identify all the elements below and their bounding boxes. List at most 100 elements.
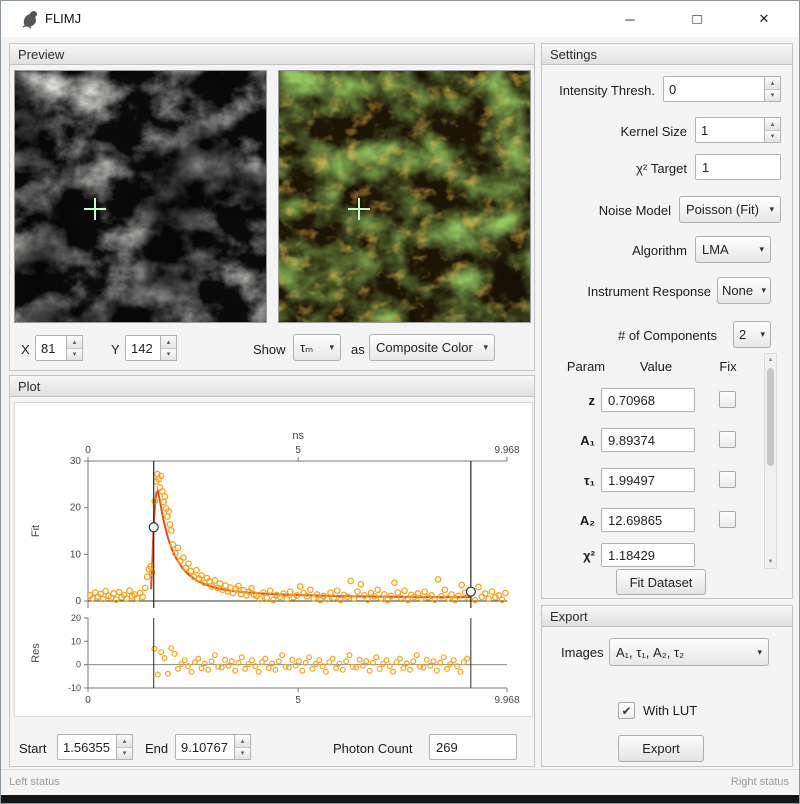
- instrument-response-value: None: [722, 283, 753, 298]
- y-spinner: 142 ▴▾: [125, 335, 177, 361]
- preview-panel-header[interactable]: Preview: [9, 43, 535, 65]
- maximize-button[interactable]: □: [679, 5, 715, 33]
- fix-column-header: Fix: [713, 359, 743, 374]
- noise-model-value: Poisson (Fit): [686, 202, 759, 217]
- chevron-down-icon: ▾: [761, 285, 766, 296]
- param-name: χ²: [553, 548, 595, 563]
- display-mode-combo[interactable]: Composite Color ▾: [369, 334, 495, 361]
- svg-text:ns: ns: [292, 430, 304, 442]
- chisq-target-value: 1: [702, 160, 709, 175]
- intensity-thresh-input[interactable]: 0: [663, 76, 764, 102]
- export-panel-title: Export: [550, 609, 588, 624]
- svg-text:5: 5: [295, 695, 301, 706]
- x-input[interactable]: 81: [35, 335, 66, 361]
- param-table-scrollbar[interactable]: ▲ ▼: [764, 353, 777, 569]
- scrollbar-thumb[interactable]: [767, 368, 774, 466]
- svg-text:9.968: 9.968: [494, 695, 519, 706]
- lifetime-composite-image[interactable]: [278, 70, 531, 323]
- param-name: A₂: [553, 513, 595, 528]
- lifetime-image-texture: [279, 71, 530, 322]
- intensity-decrement-button[interactable]: ▾: [765, 90, 780, 102]
- end-label: End: [145, 741, 168, 756]
- settings-panel-title: Settings: [550, 47, 597, 62]
- param-name: z: [553, 393, 595, 408]
- show-parameter-combo[interactable]: τₘ ▾: [293, 334, 341, 361]
- fix-checkbox[interactable]: [719, 431, 736, 448]
- plot-panel-header[interactable]: Plot: [9, 375, 535, 397]
- param-value-input[interactable]: 0.70968: [601, 388, 695, 412]
- kernel-size-spinner: 1 ▴▾: [695, 117, 781, 143]
- svg-text:0: 0: [75, 596, 81, 607]
- chevron-down-icon: ▾: [757, 647, 762, 658]
- with-lut-checkbox[interactable]: ✔: [618, 702, 635, 719]
- intensity-thresh-spinner: 0 ▴▾: [663, 76, 781, 102]
- noise-model-combo[interactable]: Poisson (Fit) ▾: [679, 196, 781, 223]
- intensity-image-texture: [15, 71, 266, 322]
- right-status: Right status: [731, 776, 789, 788]
- export-button-label: Export: [642, 741, 680, 756]
- decay-chart-box: 059.968ns0102030Fit-1001020Res059.968: [14, 402, 533, 717]
- svg-text:0: 0: [85, 445, 91, 456]
- svg-text:9.968: 9.968: [494, 445, 519, 456]
- export-images-combo[interactable]: A₁, τ₁, A₂, τ₂ ▾: [609, 638, 769, 666]
- photon-count-input[interactable]: 269: [429, 734, 517, 760]
- export-panel-header[interactable]: Export: [541, 605, 793, 627]
- fit-dataset-button[interactable]: Fit Dataset: [616, 569, 706, 595]
- fix-checkbox[interactable]: [719, 391, 736, 408]
- scroll-up-button[interactable]: ▲: [765, 354, 776, 366]
- chevron-down-icon: ▾: [769, 204, 774, 215]
- end-spinner: 9.10767 ▴▾: [175, 734, 251, 760]
- y-input[interactable]: 142: [125, 335, 160, 361]
- decay-chart[interactable]: 059.968ns0102030Fit-1001020Res059.968: [15, 403, 532, 716]
- param-value-input[interactable]: 9.89374: [601, 428, 695, 452]
- kernel-decrement-button[interactable]: ▾: [765, 131, 780, 143]
- x-decrement-button[interactable]: ▾: [67, 349, 82, 361]
- y-decrement-button[interactable]: ▾: [161, 349, 176, 361]
- fix-checkbox[interactable]: [719, 471, 736, 488]
- param-value-input[interactable]: 12.69865: [601, 508, 695, 532]
- close-button[interactable]: ✕: [746, 5, 782, 33]
- instrument-response-combo[interactable]: None ▾: [717, 277, 771, 304]
- photon-count-label: Photon Count: [333, 741, 413, 756]
- photon-count-value: 269: [436, 740, 458, 755]
- export-button[interactable]: Export: [618, 735, 704, 762]
- status-bar: Left status Right status: [1, 769, 799, 795]
- minimize-button[interactable]: ─: [612, 5, 648, 33]
- title-bar[interactable]: FLIMJ ─ □ ✕: [1, 1, 799, 37]
- intensity-thresh-label: Intensity Thresh.: [559, 83, 655, 98]
- end-increment-button[interactable]: ▴: [235, 735, 250, 748]
- intensity-increment-button[interactable]: ▴: [765, 77, 780, 90]
- start-increment-button[interactable]: ▴: [117, 735, 132, 748]
- chevron-down-icon: ▾: [329, 342, 334, 353]
- svg-text:20: 20: [70, 503, 82, 514]
- flimj-window: FLIMJ ─ □ ✕ Preview: [0, 0, 800, 804]
- scroll-down-button[interactable]: ▼: [765, 556, 776, 568]
- components-combo[interactable]: 2 ▾: [733, 321, 771, 348]
- kernel-size-input[interactable]: 1: [695, 117, 764, 143]
- start-spinner: 1.56355 ▴▾: [57, 734, 133, 760]
- end-input[interactable]: 9.10767: [175, 734, 234, 760]
- check-icon: ✔: [621, 704, 631, 718]
- start-decrement-button[interactable]: ▾: [117, 748, 132, 760]
- app-icon: [21, 8, 41, 30]
- settings-panel-header[interactable]: Settings: [541, 43, 793, 65]
- kernel-increment-button[interactable]: ▴: [765, 118, 780, 131]
- end-decrement-button[interactable]: ▾: [235, 748, 250, 760]
- minimize-icon: ─: [625, 12, 634, 27]
- param-value-input[interactable]: 1.18429: [601, 543, 695, 567]
- start-input[interactable]: 1.56355: [57, 734, 116, 760]
- y-increment-button[interactable]: ▴: [161, 336, 176, 349]
- maximize-icon: □: [692, 11, 701, 28]
- intensity-image[interactable]: [14, 70, 267, 323]
- x-increment-button[interactable]: ▴: [67, 336, 82, 349]
- param-value-input[interactable]: 1.99497: [601, 468, 695, 492]
- with-lut-label: With LUT: [643, 703, 697, 718]
- svg-text:10: 10: [70, 549, 82, 560]
- end-value: 9.10767: [181, 740, 228, 755]
- algorithm-label: Algorithm: [632, 243, 687, 258]
- algorithm-combo[interactable]: LMA ▾: [695, 236, 771, 263]
- fix-checkbox[interactable]: [719, 511, 736, 528]
- chisq-target-input[interactable]: 1: [695, 154, 781, 180]
- svg-text:5: 5: [295, 445, 301, 456]
- instrument-response-label: Instrument Response: [587, 284, 711, 299]
